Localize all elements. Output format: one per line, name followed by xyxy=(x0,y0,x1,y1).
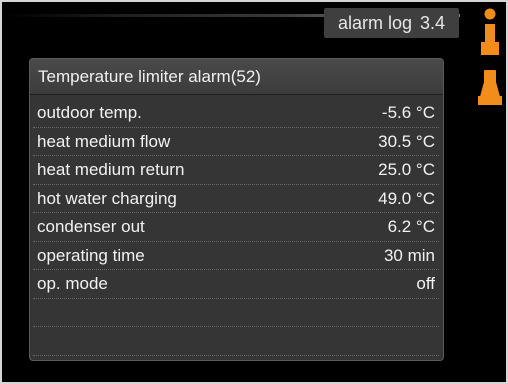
list-item: hot water charging 49.0 °C xyxy=(33,185,439,213)
row-value: 30.5 °C xyxy=(378,131,435,151)
row-label: op. mode xyxy=(37,274,108,293)
row-value: 25.0 °C xyxy=(378,160,435,179)
row-label: condenser out xyxy=(37,217,145,236)
list-item-empty xyxy=(33,327,439,356)
list-item: heat medium return 25.0 °C xyxy=(33,156,439,185)
alarm-panel: Temperature limiter alarm(52) outdoor te… xyxy=(29,58,444,361)
padlock-icon xyxy=(478,70,502,105)
row-label: outdoor temp. xyxy=(37,103,142,122)
row-value: 6.2 °C xyxy=(387,217,435,236)
list-item: operating time 30 min xyxy=(33,242,439,270)
row-value: 49.0 °C xyxy=(378,188,435,208)
row-label: heat medium return xyxy=(37,160,185,179)
alarm-details-list: outdoor temp. -5.6 °C heat medium flow 3… xyxy=(33,99,439,356)
menu-number: 3.4 xyxy=(420,13,446,33)
info-icon[interactable] xyxy=(478,8,502,56)
row-label: hot water charging xyxy=(37,188,177,208)
menu-title: alarm log 3.4 xyxy=(324,8,459,38)
list-item: outdoor temp. -5.6 °C xyxy=(33,99,439,128)
list-item: op. mode off xyxy=(33,270,439,299)
row-value: 30 min xyxy=(383,245,435,265)
list-item-empty xyxy=(33,299,439,327)
row-value: -5.6 °C xyxy=(381,103,435,122)
alarm-title: Temperature limiter alarm(52) xyxy=(30,59,443,95)
menu-name: alarm log xyxy=(337,13,412,33)
list-item: condenser out 6.2 °C xyxy=(33,213,439,242)
row-label: operating time xyxy=(37,245,145,265)
row-value: off xyxy=(416,274,435,293)
row-label: heat medium flow xyxy=(37,131,171,151)
list-item: heat medium flow 30.5 °C xyxy=(33,128,439,156)
display-screen: alarm log 3.4 Temperature limiter alarm(5… xyxy=(0,0,508,384)
